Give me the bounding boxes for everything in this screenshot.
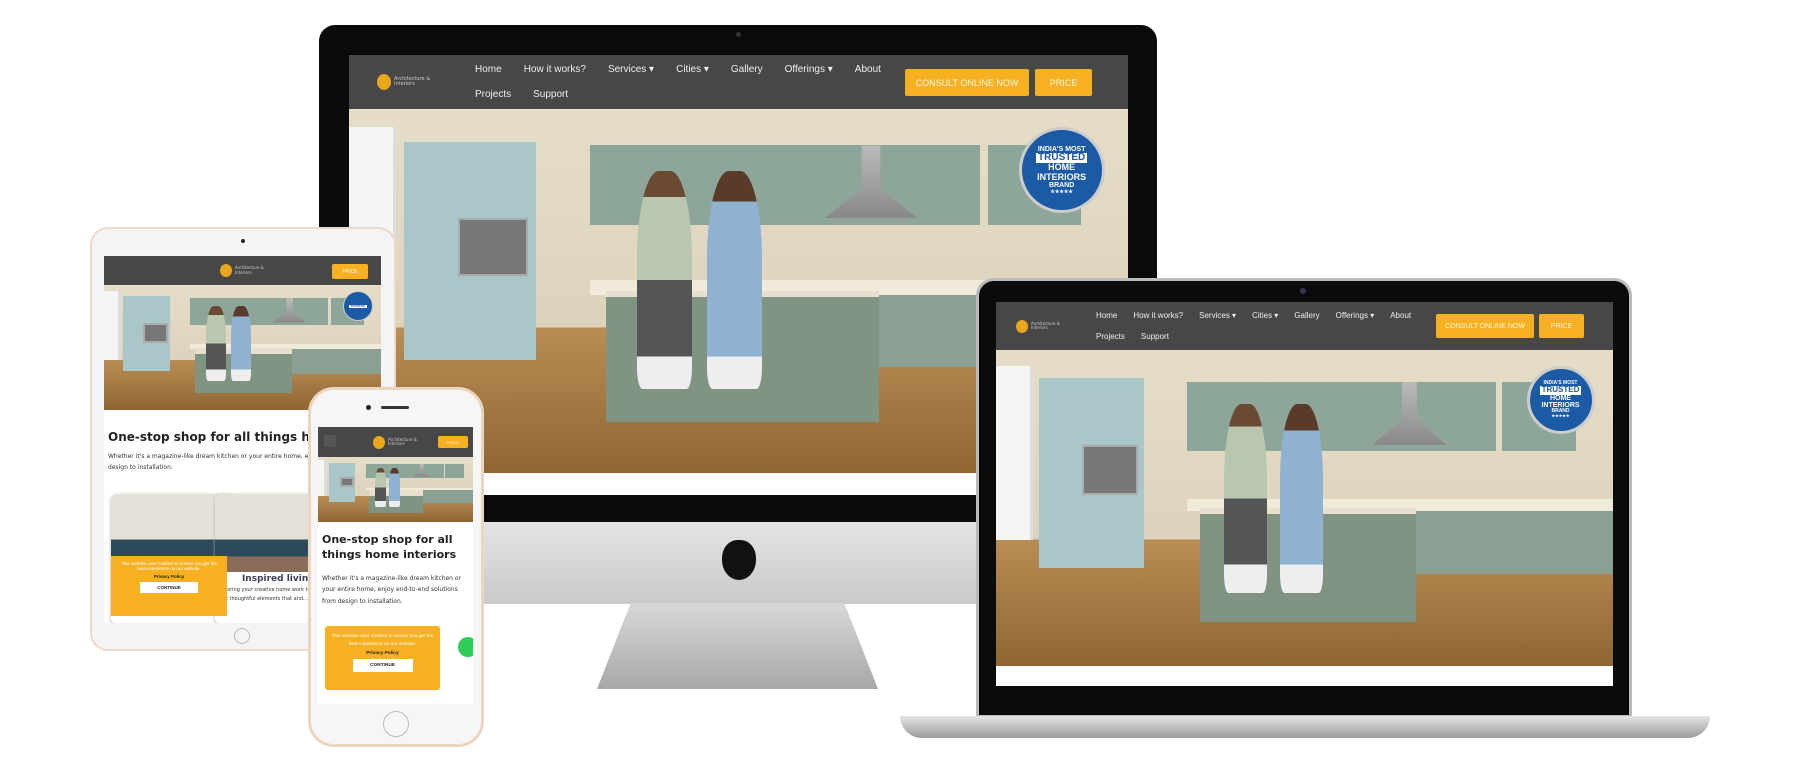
hero-image: INDIA'S MOST TRUSTED HOME INTERIORS BRAND ★★★…: [996, 350, 1613, 666]
consult-online-button[interactable]: CONSULT ONLINE NOW: [1436, 314, 1534, 338]
nav-cities[interactable]: Cities ▾: [676, 64, 709, 75]
tablet-home-button[interactable]: [234, 628, 250, 644]
hero-image: [318, 457, 473, 522]
nav-cities[interactable]: Cities ▾: [1252, 311, 1278, 320]
logo-mark-icon: [1016, 319, 1028, 333]
price-button[interactable]: PRICE: [1035, 69, 1092, 96]
phone-camera: [366, 405, 371, 410]
site-header: Architecture & Interiors PRICE: [104, 256, 381, 285]
nav-home[interactable]: Home: [475, 64, 502, 75]
logo-text: Architecture & Interiors: [388, 436, 417, 446]
cookie-continue-button[interactable]: CONTINUE: [140, 582, 198, 593]
hamburger-menu-icon[interactable]: [324, 435, 336, 447]
phone-screen: Architecture & Interiors PRICE One-stop …: [318, 427, 473, 704]
logo-text: Architecture & Interiors: [394, 75, 431, 87]
nav-services[interactable]: Services ▾: [608, 64, 654, 75]
trusted-brand-badge: INDIA'S MOST TRUSTED HOME INTERIORS BRAND ★★★…: [1526, 365, 1595, 434]
nav-gallery[interactable]: Gallery: [731, 64, 763, 75]
nav-offerings[interactable]: Offerings ▾: [785, 64, 833, 75]
trusted-brand-badge: INDIA'S MOST TRUSTED HOME INTERIORS BRAND ★★★…: [1018, 127, 1105, 214]
logo-mark-icon: [220, 264, 232, 277]
logo-mark-icon: [373, 435, 385, 449]
whatsapp-icon[interactable]: [458, 637, 473, 657]
laptop-camera: [1300, 288, 1306, 294]
site-logo[interactable]: Architecture & Interiors: [349, 55, 475, 109]
site-logo[interactable]: Architecture & Interiors: [210, 256, 275, 285]
price-button[interactable]: PRICE: [438, 436, 468, 448]
apple-logo-icon: [722, 540, 756, 580]
price-button[interactable]: PRICE: [332, 264, 368, 279]
nav-projects[interactable]: Projects: [1096, 332, 1125, 341]
privacy-policy-link[interactable]: Privacy Policy: [117, 574, 221, 579]
laptop-screen: Architecture & Interiors Home How it wor…: [996, 302, 1613, 686]
site-header: Architecture & Interiors Home How it wor…: [349, 55, 1128, 109]
site-header: Architecture & Interiors Home How it wor…: [996, 302, 1613, 350]
nav-how-it-works[interactable]: How it works?: [1133, 311, 1183, 320]
nav-how-it-works[interactable]: How it works?: [524, 64, 586, 75]
site-header: Architecture & Interiors PRICE: [318, 427, 473, 457]
logo-text: Architecture & Interiors: [235, 265, 264, 275]
site-logo[interactable]: Architecture & Interiors: [996, 302, 1096, 350]
main-nav: Home How it works? Services ▾ Cities ▾ G…: [1096, 302, 1416, 350]
monitor-camera: [736, 32, 741, 37]
nav-about[interactable]: About: [1390, 311, 1411, 320]
cookie-banner: This website uses cookies to ensure you …: [325, 626, 440, 690]
cookie-continue-button[interactable]: CONTINUE: [352, 659, 413, 673]
monitor-stand: [597, 603, 878, 689]
phone-home-button[interactable]: [383, 711, 409, 737]
intro-text: Whether it's a magazine-like dream kitch…: [322, 575, 462, 605]
price-button[interactable]: PRICE: [1539, 314, 1584, 338]
cookie-banner: This website uses cookies to ensure you …: [111, 556, 227, 616]
nav-home[interactable]: Home: [1096, 311, 1117, 320]
nav-gallery[interactable]: Gallery: [1294, 311, 1319, 320]
headline: One-stop shop for all things home interi…: [322, 533, 457, 561]
nav-projects[interactable]: Projects: [475, 89, 511, 100]
nav-services[interactable]: Services ▾: [1199, 311, 1236, 320]
cookie-text: This website uses cookies to ensure you …: [331, 634, 434, 647]
nav-offerings[interactable]: Offerings ▾: [1336, 311, 1375, 320]
phone-speaker: [381, 406, 409, 409]
tablet-camera: [241, 239, 245, 243]
nav-about[interactable]: About: [855, 64, 881, 75]
consult-online-button[interactable]: CONSULT ONLINE NOW: [905, 69, 1029, 96]
laptop-base: [900, 716, 1710, 738]
main-nav: Home How it works? Services ▾ Cities ▾ G…: [475, 55, 905, 109]
nav-support[interactable]: Support: [533, 89, 568, 100]
cookie-text: This website uses cookies to ensure you …: [121, 561, 217, 571]
trusted-brand-badge: TRUSTED: [342, 291, 373, 322]
privacy-policy-link[interactable]: Privacy Policy: [330, 651, 435, 656]
nav-support[interactable]: Support: [1141, 332, 1169, 341]
logo-text: Architecture & Interiors: [1031, 320, 1060, 330]
logo-mark-icon: [377, 74, 391, 90]
